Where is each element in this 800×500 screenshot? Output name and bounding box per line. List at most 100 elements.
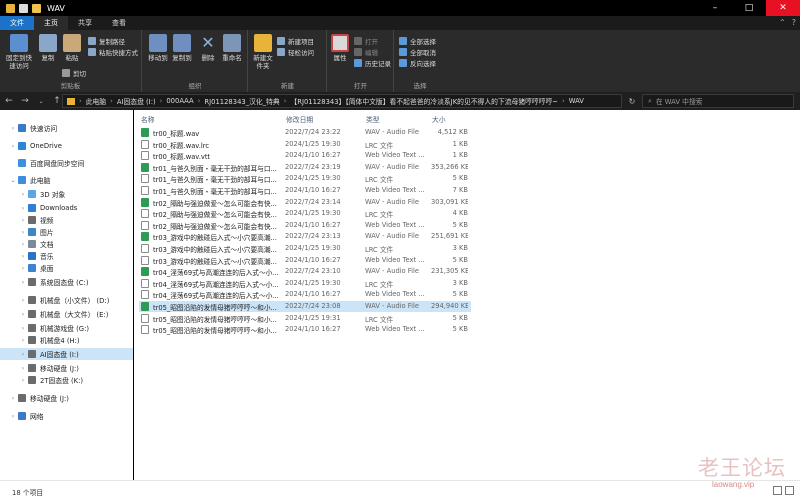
easy-access-button[interactable]: 轻松访问: [277, 47, 314, 57]
large-icons-view-icon[interactable]: [785, 486, 794, 495]
file-row[interactable]: tr02_隔助与强迫做爱～怎么可能会有快... 2022/7/24 23:14 WA…: [139, 197, 471, 208]
file-row[interactable]: tr00_标题.wav.lrc 2024/1/25 19:30 LRC 文件 1 KB: [139, 139, 471, 150]
file-row[interactable]: tr01_与爸久别面・毫无干劲的部耳与口... 2024/1/10 16:27 We…: [139, 185, 471, 196]
collapse-ribbon-icon[interactable]: ⌃: [779, 18, 786, 27]
delete-button[interactable]: ✕ 删除: [199, 34, 217, 63]
expand-chevron-icon[interactable]: ›: [18, 217, 28, 224]
breadcrumb-title-folder[interactable]: 【RJ01128343】【简体中文版】看不起爸爸的冷淡系JK的见不得人的下流母猪…: [290, 96, 558, 106]
file-row[interactable]: tr00_标题.wav 2022/7/24 23:22 WAV - Audio Fi…: [139, 127, 471, 138]
address-bar[interactable]: › 此电脑 › AI固态盘 (I:) › 000AAA › RJ01128343…: [62, 94, 622, 108]
expand-chevron-icon[interactable]: ›: [18, 297, 28, 304]
back-arrow-icon[interactable]: ←: [2, 94, 16, 108]
nav-item[interactable]: › 机械盘（小文件） (D:): [0, 294, 133, 306]
file-row[interactable]: tr02_隔助与强迫做爱～怎么可能会有快... 2024/1/10 16:27 We…: [139, 220, 471, 231]
nav-item[interactable]: › 系统固态盘 (C:): [0, 276, 133, 288]
expand-chevron-icon[interactable]: ›: [8, 395, 18, 402]
nav-item[interactable]: › AI固态盘 (I:): [0, 348, 133, 360]
expand-chevron-icon[interactable]: ›: [18, 253, 28, 260]
tab-home[interactable]: 主页: [34, 16, 68, 30]
expand-chevron-icon[interactable]: ›: [8, 413, 18, 420]
forward-arrow-icon[interactable]: →: [18, 94, 32, 108]
column-name-header[interactable]: 名称: [141, 114, 155, 124]
tab-share[interactable]: 共享: [68, 16, 102, 30]
file-row[interactable]: tr05_昭图沿陷的发情母猪哼哼哼～和小... 2024/1/25 19:31 LR…: [139, 313, 471, 324]
breadcrumb-000aaa[interactable]: 000AAA: [166, 97, 193, 105]
file-row[interactable]: tr04_淫荡69式与高潮连连的后入式～小... 2022/7/24 23:10 W…: [139, 266, 471, 277]
nav-item[interactable]: › 2T固态盘 (K:): [0, 374, 133, 386]
expand-chevron-icon[interactable]: ›: [18, 365, 28, 372]
expand-chevron-icon[interactable]: ›: [18, 325, 28, 332]
expand-chevron-icon[interactable]: ›: [18, 191, 28, 198]
file-row[interactable]: tr00_标题.wav.vtt 2024/1/10 16:27 Web Video …: [139, 150, 471, 161]
copy-button[interactable]: 复制: [38, 34, 58, 62]
expand-chevron-icon[interactable]: ⌄: [8, 177, 18, 184]
pin-quick-access-button[interactable]: 固定到快速访问: [4, 34, 34, 70]
paste-button[interactable]: 粘贴: [62, 34, 82, 62]
nav-item[interactable]: › 快速访问: [0, 122, 133, 134]
move-to-button[interactable]: 移动到: [147, 34, 169, 62]
breadcrumb-drive[interactable]: AI固态盘 (I:): [117, 96, 156, 106]
file-row[interactable]: tr01_与爸久别面・毫无干劲的部耳与口... 2022/7/24 23:19 WA…: [139, 162, 471, 173]
column-size-header[interactable]: 大小: [432, 114, 446, 124]
nav-item[interactable]: › 机械盘4 (H:): [0, 334, 133, 346]
file-row[interactable]: tr03_游戏中的触碰后入式～小穴要高潮... 2024/1/10 16:27 We…: [139, 255, 471, 266]
expand-chevron-icon[interactable]: ›: [18, 279, 28, 286]
file-row[interactable]: tr03_游戏中的触碰后入式～小穴要高潮... 2024/1/25 19:30 LR…: [139, 243, 471, 254]
file-row[interactable]: tr05_昭图沿陷的发情母猪哼哼哼～和小... 2022/7/24 23:08 WA…: [139, 301, 471, 312]
new-folder-button[interactable]: 新建文件夹: [251, 34, 275, 70]
edit-button[interactable]: 编辑: [354, 47, 378, 57]
nav-item[interactable]: › 移动硬盘 (J:): [0, 362, 133, 374]
details-view-icon[interactable]: [773, 486, 782, 495]
open-button[interactable]: 打开: [354, 36, 378, 46]
new-folder-icon[interactable]: [32, 3, 41, 13]
expand-chevron-icon[interactable]: ›: [8, 125, 18, 132]
expand-chevron-icon[interactable]: ›: [8, 143, 18, 150]
nav-item[interactable]: › 移动硬盘 (J:): [0, 392, 133, 404]
minimize-button[interactable]: –: [698, 0, 732, 16]
nav-item[interactable]: › 3D 对象: [0, 188, 133, 200]
expand-chevron-icon[interactable]: ›: [18, 265, 28, 272]
select-none-button[interactable]: 全部取消: [399, 47, 436, 57]
close-button[interactable]: ✕: [766, 0, 800, 16]
file-row[interactable]: tr04_淫荡69式与高潮连连的后入式～小... 2024/1/10 16:27 W…: [139, 289, 471, 300]
expand-chevron-icon[interactable]: ›: [18, 351, 28, 358]
nav-item[interactable]: › 文档: [0, 238, 133, 250]
expand-chevron-icon[interactable]: ›: [18, 241, 28, 248]
properties-icon[interactable]: [19, 3, 28, 13]
breadcrumb-wav[interactable]: WAV: [569, 97, 584, 105]
file-row[interactable]: tr05_昭图沿陷的发情母猪哼哼哼～和小... 2024/1/10 16:27 We…: [139, 324, 471, 335]
column-date-header[interactable]: 修改日期: [286, 114, 313, 124]
nav-item[interactable]: › Downloads: [0, 202, 133, 214]
nav-item[interactable]: › 网络: [0, 410, 133, 422]
column-type-header[interactable]: 类型: [366, 114, 380, 124]
nav-item[interactable]: › 视频: [0, 214, 133, 226]
expand-chevron-icon[interactable]: ›: [18, 337, 28, 344]
nav-item[interactable]: ⌄ 此电脑: [0, 174, 133, 186]
invert-selection-button[interactable]: 反向选择: [399, 58, 436, 68]
select-all-button[interactable]: 全部选择: [399, 36, 436, 46]
new-item-button[interactable]: 新建项目: [277, 36, 314, 46]
paste-shortcut-button[interactable]: 粘贴快捷方式: [88, 47, 138, 57]
copy-path-button[interactable]: 复制路径: [88, 36, 125, 46]
rename-button[interactable]: 重命名: [221, 34, 243, 62]
refresh-icon[interactable]: ↻: [624, 94, 640, 108]
nav-item[interactable]: › OneDrive: [0, 140, 133, 152]
expand-chevron-icon[interactable]: ›: [18, 377, 28, 384]
nav-item[interactable]: 百度网盘同步空间: [0, 157, 133, 169]
history-button[interactable]: 历史记录: [354, 58, 391, 68]
properties-button[interactable]: 属性: [330, 34, 350, 62]
nav-item[interactable]: › 机械盘（大文件） (E:): [0, 308, 133, 320]
expand-chevron-icon[interactable]: ›: [18, 229, 28, 236]
search-box[interactable]: ⌕ 在 WAV 中搜索: [642, 94, 794, 108]
nav-item[interactable]: › 机械游戏盘 (G:): [0, 322, 133, 334]
copy-to-button[interactable]: 复制到: [171, 34, 193, 62]
maximize-button[interactable]: □: [732, 0, 766, 16]
breadcrumb-rj-folder[interactable]: RJ01128343_汉化_特典: [204, 96, 279, 106]
breadcrumb-this-pc[interactable]: 此电脑: [86, 96, 106, 106]
tab-file[interactable]: 文件: [0, 16, 34, 30]
nav-item[interactable]: › 音乐: [0, 250, 133, 262]
file-row[interactable]: tr04_淫荡69式与高潮连连的后入式～小... 2024/1/25 19:30 L…: [139, 278, 471, 289]
expand-chevron-icon[interactable]: ›: [18, 311, 28, 318]
file-row[interactable]: tr03_游戏中的触碰后入式～小穴要高潮... 2022/7/24 23:13 WA…: [139, 231, 471, 242]
expand-chevron-icon[interactable]: ›: [18, 205, 28, 212]
